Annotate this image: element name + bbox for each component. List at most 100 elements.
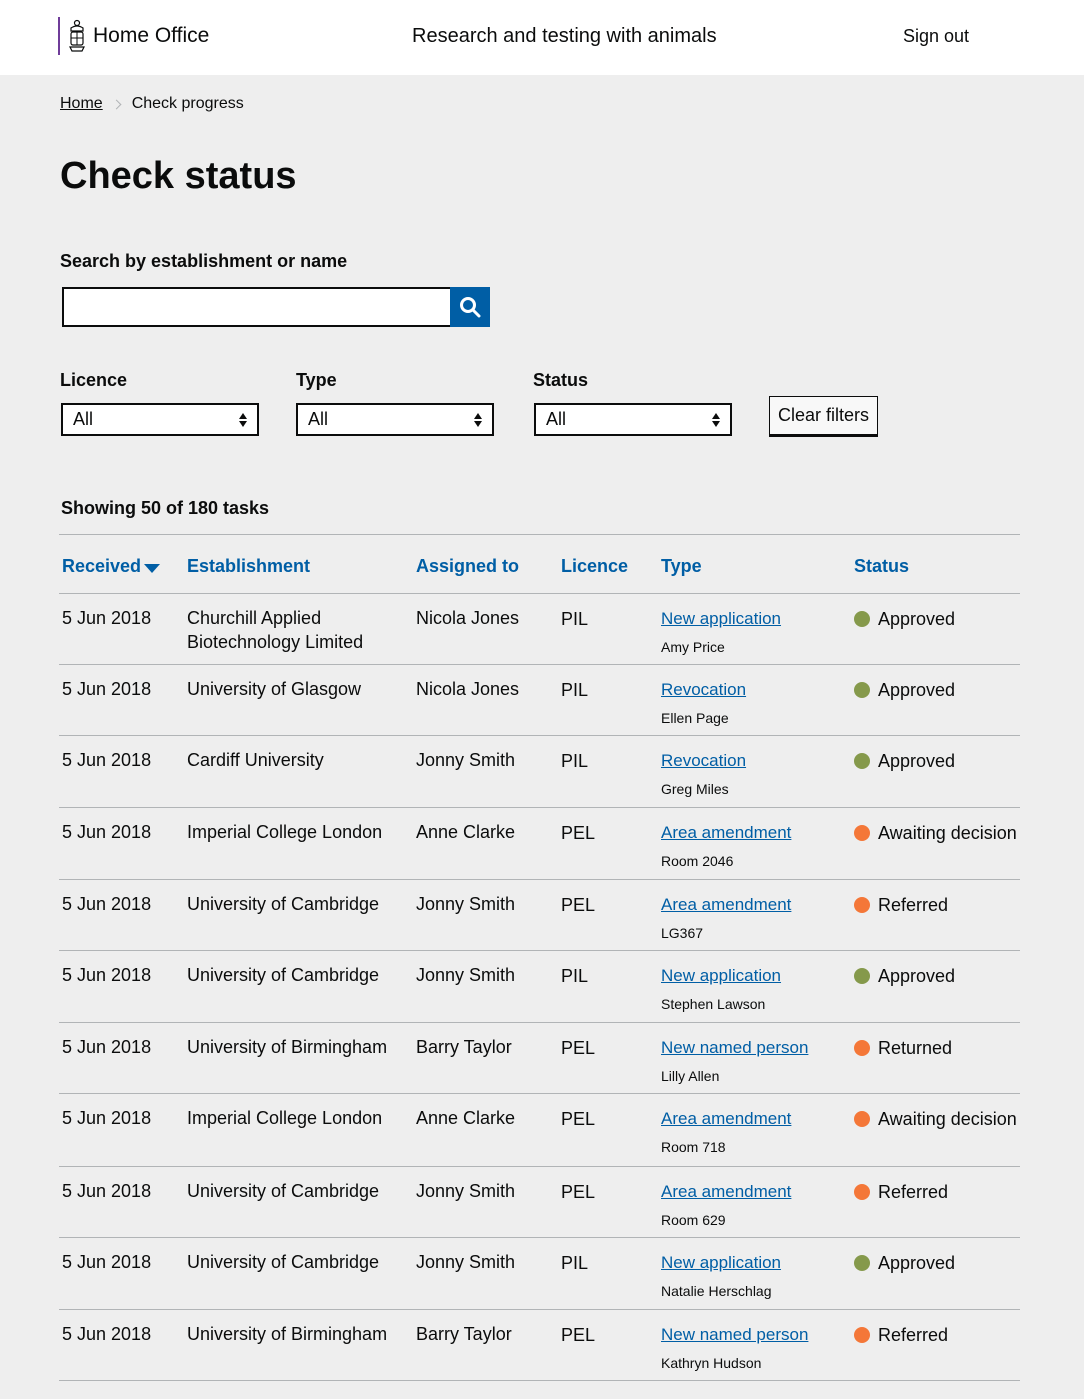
received-date: 5 Jun 2018 bbox=[62, 822, 152, 842]
establishment-name: University of Birmingham bbox=[187, 1324, 388, 1344]
type-filter-select[interactable]: All bbox=[296, 403, 494, 436]
received-date: 5 Jun 2018 bbox=[62, 1037, 152, 1057]
column-header-assigned[interactable]: Assigned to bbox=[416, 556, 519, 577]
status-cell: Returned bbox=[854, 1036, 952, 1060]
status-cell: Referred bbox=[854, 1323, 948, 1347]
task-type-link[interactable]: Revocation bbox=[661, 751, 746, 770]
search-input[interactable] bbox=[62, 287, 452, 327]
royal-crest-icon bbox=[69, 19, 85, 52]
status-dot-icon bbox=[854, 1040, 870, 1056]
task-subject: Natalie Herschlag bbox=[661, 1283, 772, 1299]
table-row: 5 Jun 2018 University of Birmingham Barry … bbox=[59, 1023, 1020, 1094]
task-type-link[interactable]: New application bbox=[661, 609, 781, 628]
status-label: Awaiting decision bbox=[878, 1109, 1017, 1129]
type-cell: Area amendment Room 629 bbox=[661, 1179, 791, 1232]
status-label: Approved bbox=[878, 680, 956, 700]
assigned-to: Barry Taylor bbox=[416, 1324, 512, 1344]
chevron-right-icon bbox=[111, 99, 122, 109]
task-subject: Ellen Page bbox=[661, 710, 729, 726]
top-header: Home Office Research and testing with an… bbox=[0, 0, 1084, 75]
status-label: Approved bbox=[878, 966, 956, 986]
status-label: Approved bbox=[878, 1253, 956, 1273]
clear-filters-button[interactable]: Clear filters bbox=[769, 396, 879, 437]
task-type-link[interactable]: New application bbox=[661, 966, 781, 985]
received-date: 5 Jun 2018 bbox=[62, 608, 152, 628]
sign-out-link[interactable]: Sign out bbox=[903, 26, 969, 47]
results-summary: Showing 50 of 180 tasks bbox=[61, 498, 270, 518]
assigned-to: Jonny Smith bbox=[416, 965, 516, 985]
service-name[interactable]: Research and testing with animals bbox=[412, 25, 717, 48]
received-date: 5 Jun 2018 bbox=[62, 1252, 152, 1272]
task-type-link[interactable]: Area amendment bbox=[661, 823, 791, 842]
status-dot-icon bbox=[854, 1111, 870, 1127]
task-type-link[interactable]: Area amendment bbox=[661, 895, 791, 914]
column-header-type[interactable]: Type bbox=[661, 556, 702, 577]
status-cell: Awaiting decision bbox=[854, 1107, 1017, 1131]
establishment-name: Imperial College London bbox=[187, 822, 383, 842]
status-cell: Approved bbox=[854, 749, 955, 773]
column-header-received[interactable]: Received bbox=[62, 556, 161, 577]
status-cell: Approved bbox=[854, 607, 955, 631]
status-label: Referred bbox=[878, 1325, 949, 1345]
column-header-establishment[interactable]: Establishment bbox=[187, 556, 310, 577]
status-dot-icon bbox=[854, 1255, 870, 1271]
task-subject: Room 2046 bbox=[661, 853, 734, 869]
task-type-link[interactable]: Revocation bbox=[661, 680, 746, 699]
table-row: 5 Jun 2018 University of Glasgow Nicola Jo… bbox=[59, 665, 1020, 736]
licence-type: PEL bbox=[561, 1038, 596, 1058]
breadcrumb-home-link[interactable]: Home bbox=[60, 95, 103, 113]
column-header-received-label: Received bbox=[62, 556, 142, 576]
status-filter-select[interactable]: All bbox=[534, 403, 732, 436]
select-arrows-icon bbox=[712, 412, 720, 427]
received-date: 5 Jun 2018 bbox=[62, 1181, 152, 1201]
establishment-name: University of Birmingham bbox=[187, 1037, 388, 1057]
table-body: 5 Jun 2018 Churchill Applied Biotechnolog… bbox=[59, 594, 1020, 1381]
licence-filter-select[interactable]: All bbox=[61, 403, 259, 436]
home-office-logo[interactable]: Home Office bbox=[58, 17, 209, 55]
status-dot-icon bbox=[854, 1184, 870, 1200]
establishment-name: Imperial College London bbox=[187, 1108, 383, 1128]
task-subject: Kathryn Hudson bbox=[661, 1355, 762, 1371]
column-header-status[interactable]: Status bbox=[854, 556, 909, 577]
task-type-link[interactable]: New named person bbox=[661, 1325, 808, 1344]
type-cell: Area amendment Room 2046 bbox=[661, 820, 791, 873]
type-cell: Area amendment Room 718 bbox=[661, 1106, 791, 1159]
type-cell: New application Stephen Lawson bbox=[661, 963, 781, 1016]
column-header-licence[interactable]: Licence bbox=[561, 556, 628, 577]
breadcrumb: Home Check progress bbox=[60, 95, 244, 113]
establishment-name: Churchill Applied Biotechnology Limited bbox=[187, 608, 364, 652]
establishment-name: University of Cambridge bbox=[187, 1181, 380, 1201]
select-arrows-icon bbox=[474, 412, 482, 427]
status-label: Awaiting decision bbox=[878, 823, 1017, 843]
table-row: 5 Jun 2018 Churchill Applied Biotechnolog… bbox=[59, 594, 1020, 665]
status-dot-icon bbox=[854, 753, 870, 769]
establishment-name: University of Cambridge bbox=[187, 1252, 380, 1272]
licence-type: PEL bbox=[561, 1182, 596, 1202]
task-type-link[interactable]: New application bbox=[661, 1253, 781, 1272]
status-dot-icon bbox=[854, 968, 870, 984]
licence-type: PEL bbox=[561, 1325, 596, 1345]
task-type-link[interactable]: New named person bbox=[661, 1038, 808, 1057]
search-icon bbox=[460, 297, 481, 318]
table-row: 5 Jun 2018 University of Cambridge Jonny S… bbox=[59, 1167, 1020, 1238]
table-row: 5 Jun 2018 University of Cambridge Jonny S… bbox=[59, 951, 1020, 1023]
task-subject: Stephen Lawson bbox=[661, 996, 766, 1012]
type-filter-label: Type bbox=[296, 370, 337, 390]
received-date: 5 Jun 2018 bbox=[62, 679, 152, 699]
status-cell: Approved bbox=[854, 678, 955, 702]
task-type-link[interactable]: Area amendment bbox=[661, 1109, 791, 1128]
task-type-link[interactable]: Area amendment bbox=[661, 1182, 791, 1201]
table-header: Received Establishment Assigned to Licen… bbox=[59, 535, 1020, 594]
received-date: 5 Jun 2018 bbox=[62, 1108, 152, 1128]
establishment-name: Cardiff University bbox=[187, 750, 324, 770]
sort-descending-icon bbox=[144, 563, 161, 573]
task-subject: LG367 bbox=[661, 925, 704, 941]
status-cell: Referred bbox=[854, 893, 948, 917]
table-row: 5 Jun 2018 Imperial College London Anne Cl… bbox=[59, 808, 1020, 880]
status-label: Returned bbox=[878, 1038, 953, 1058]
licence-type: PIL bbox=[561, 609, 589, 629]
table-row: 5 Jun 2018 University of Cambridge Jonny S… bbox=[59, 1238, 1020, 1310]
task-subject: Room 718 bbox=[661, 1139, 726, 1155]
task-subject: Room 629 bbox=[661, 1212, 726, 1228]
search-button[interactable] bbox=[450, 287, 490, 327]
